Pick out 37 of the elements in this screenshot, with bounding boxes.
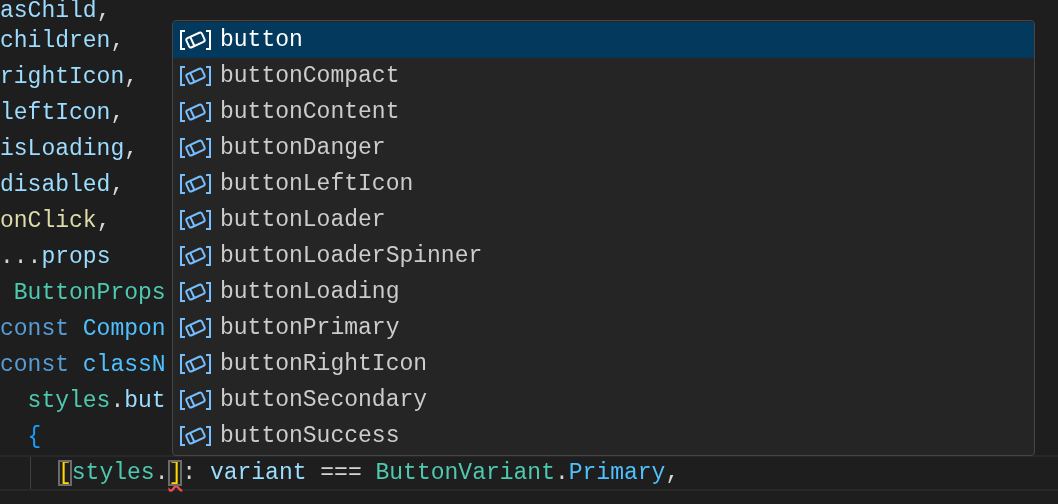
field-icon xyxy=(179,100,212,124)
field-icon xyxy=(179,316,212,340)
suggestion-item[interactable]: buttonDanger xyxy=(173,130,1034,166)
field-icon xyxy=(179,172,212,196)
field-icon xyxy=(179,28,212,52)
suggestion-item[interactable]: buttonLoading xyxy=(173,274,1034,310)
code-line: asChild, xyxy=(0,0,111,23)
suggestion-item[interactable]: buttonSuccess xyxy=(173,418,1034,454)
field-icon xyxy=(179,352,212,376)
suggestion-item[interactable]: buttonCompact xyxy=(173,58,1034,94)
field-icon xyxy=(179,424,212,448)
code-line: const classN xyxy=(0,352,166,378)
code-line: disabled, xyxy=(0,172,125,198)
code-line: styles.but xyxy=(26,388,166,414)
field-icon xyxy=(179,64,212,88)
code-line: onClick, xyxy=(0,208,111,234)
code-line: { xyxy=(26,424,42,450)
suggestion-item[interactable]: buttonContent xyxy=(173,94,1034,130)
code-line: const Compon xyxy=(0,316,166,342)
suggestion-item[interactable]: buttonLoaderSpinner xyxy=(173,238,1034,274)
code-line: leftIcon, xyxy=(0,100,125,126)
field-icon xyxy=(179,388,212,412)
suggestion-item[interactable]: buttonLoader xyxy=(173,202,1034,238)
suggestion-item[interactable]: buttonRightIcon xyxy=(173,346,1034,382)
field-icon xyxy=(179,244,212,268)
code-line: children, xyxy=(0,28,125,54)
suggestion-item[interactable]: buttonLeftIcon xyxy=(173,166,1034,202)
code-line: ButtonProps xyxy=(12,280,166,306)
code-line: ...props xyxy=(0,244,111,270)
code-line: isLoading, xyxy=(0,136,139,162)
field-icon xyxy=(179,136,212,160)
code-line: rightIcon, xyxy=(0,64,139,90)
field-icon xyxy=(179,208,212,232)
suggestion-item[interactable]: button xyxy=(173,22,1034,58)
suggestion-item[interactable]: buttonPrimary xyxy=(173,310,1034,346)
field-icon xyxy=(179,280,212,304)
suggestion-item[interactable]: buttonSecondary xyxy=(173,382,1034,418)
